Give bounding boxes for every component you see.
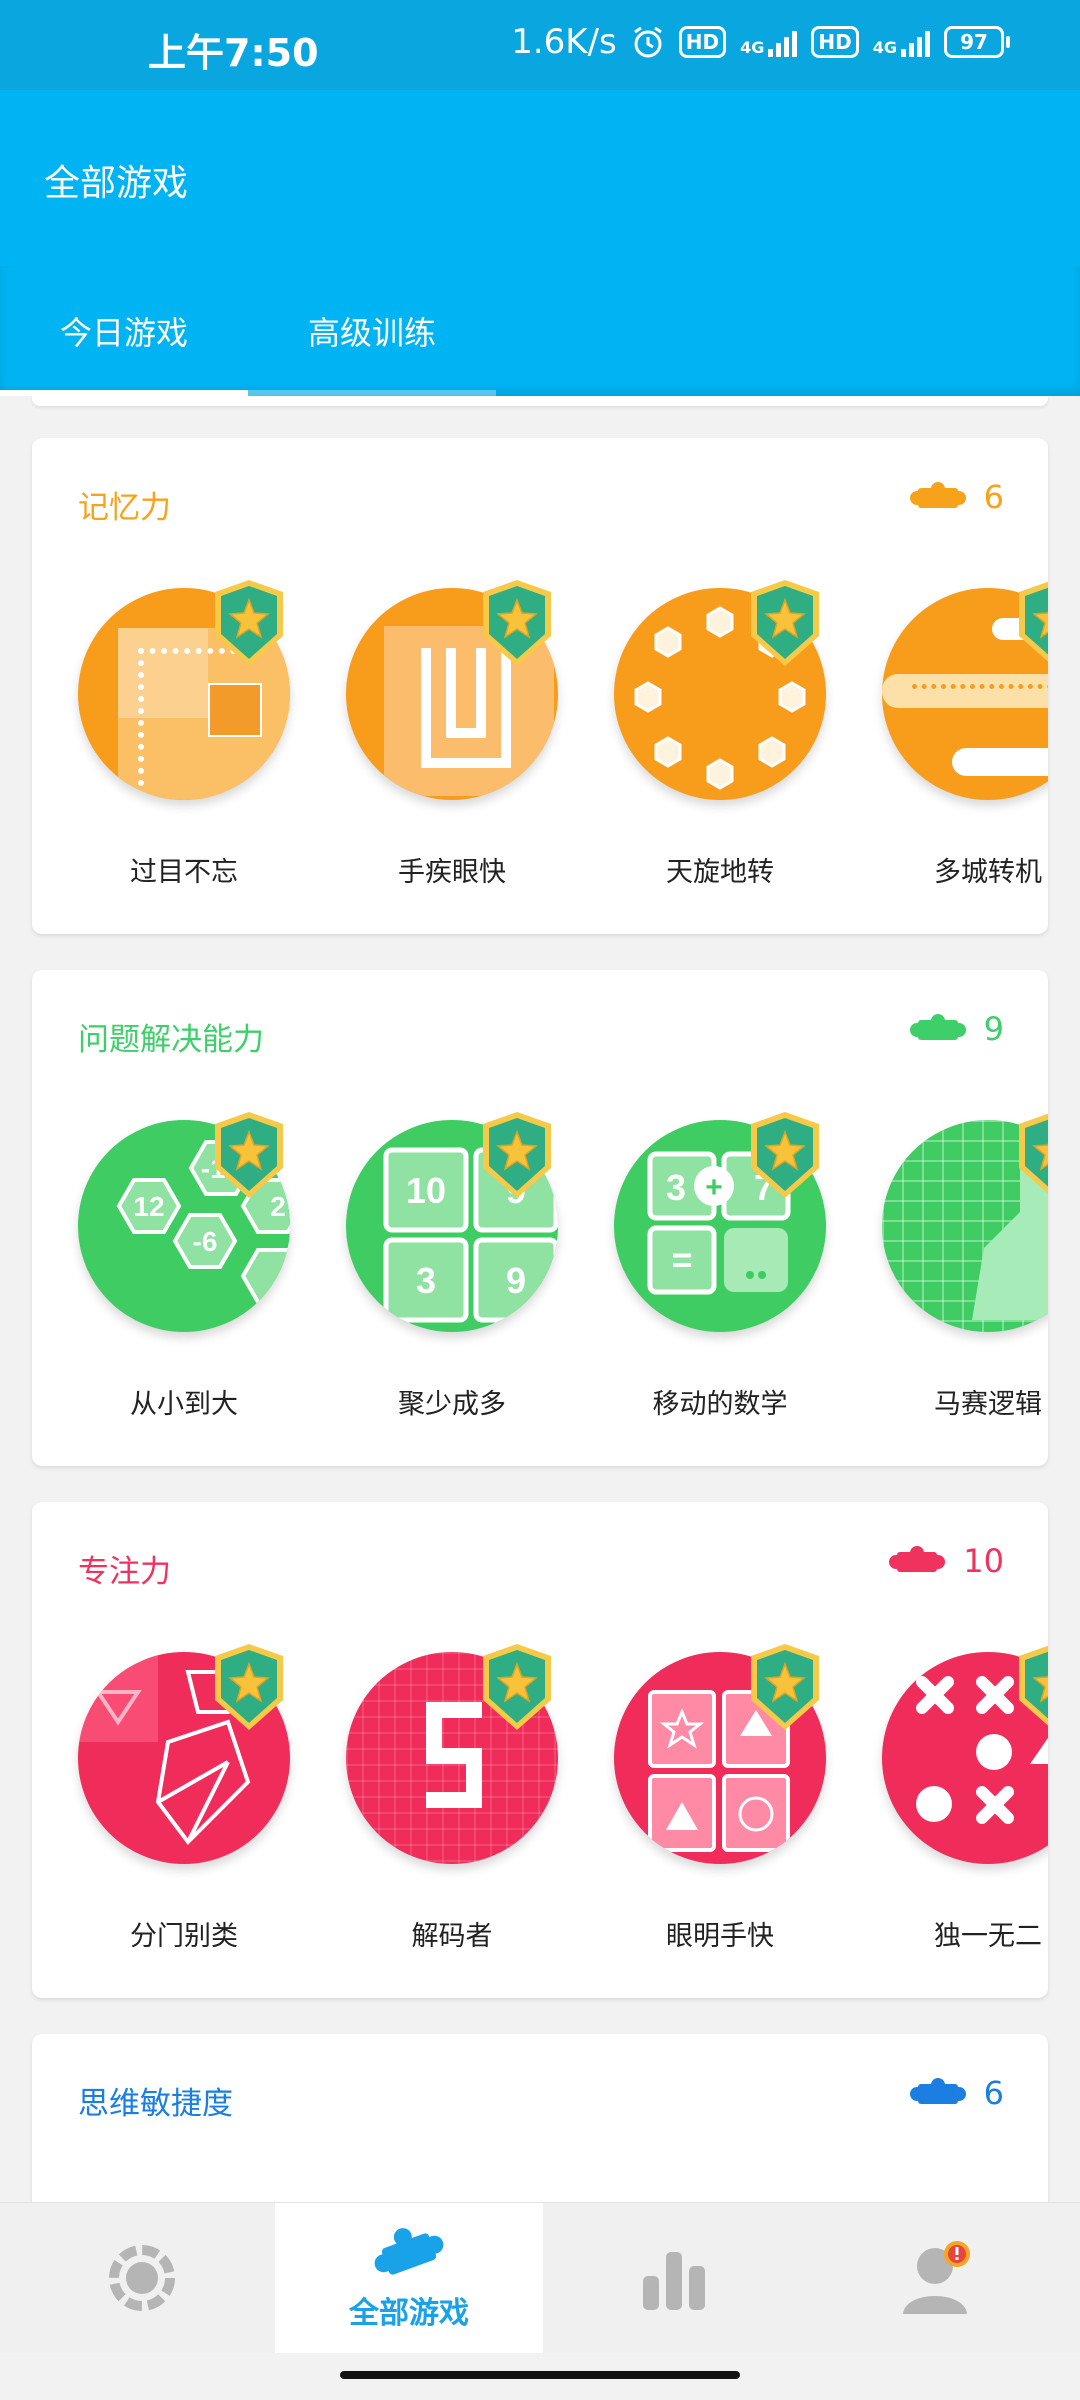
tab-bar: 今日游戏 高级训练 bbox=[0, 266, 1080, 396]
section-memory: 记忆力 6 过目不忘 手疾眼快 天旋地转 多城转机 bbox=[32, 438, 1048, 934]
svg-text:+: + bbox=[705, 1171, 723, 1204]
game-tile[interactable]: 眼明手快 bbox=[590, 1652, 850, 1953]
game-tile[interactable]: 马赛逻辑 bbox=[858, 1120, 1048, 1421]
previous-card-edge bbox=[32, 396, 1048, 406]
game-tile[interactable]: 多城转机 bbox=[858, 588, 1048, 889]
game-tile[interactable]: 分门别类 bbox=[54, 1652, 314, 1953]
home-indicator[interactable] bbox=[340, 2371, 740, 2379]
nav-stats[interactable] bbox=[540, 2203, 808, 2353]
person-alert-icon bbox=[903, 2241, 970, 2314]
puzzle-icon bbox=[909, 482, 966, 512]
game-label: 从小到大 bbox=[130, 1389, 238, 1420]
ring-icon bbox=[109, 2245, 175, 2311]
puzzle-icon bbox=[909, 1014, 966, 1044]
section-title: 记忆力 bbox=[78, 490, 171, 526]
star-badge-icon bbox=[1017, 1642, 1048, 1732]
section-count: 10 bbox=[889, 1542, 1004, 1580]
game-label: 多城转机 bbox=[934, 857, 1042, 888]
star-badge-icon bbox=[213, 1642, 285, 1732]
game-label: 天旋地转 bbox=[666, 857, 774, 888]
game-label: 眼明手快 bbox=[666, 1921, 774, 1952]
hd-icon-2: HD bbox=[811, 26, 859, 58]
puzzle-icon bbox=[909, 2078, 966, 2108]
bottom-nav: 全部游戏 bbox=[0, 2202, 1080, 2353]
svg-text:3: 3 bbox=[666, 1167, 686, 1208]
star-badge-icon bbox=[213, 578, 285, 668]
bar-chart-icon bbox=[643, 2252, 705, 2310]
game-tile[interactable]: 独一无二 bbox=[858, 1652, 1048, 1953]
star-badge-icon bbox=[749, 1110, 821, 1200]
game-label: 马赛逻辑 bbox=[934, 1389, 1042, 1420]
game-tile[interactable]: 3 7 = + 移动的数学 bbox=[590, 1120, 850, 1421]
puzzle-icon bbox=[889, 1546, 946, 1576]
status-icons: 1.6K/s HD 4G HD 4G 97 bbox=[511, 22, 1010, 62]
signal-icon-2: 4G bbox=[873, 27, 930, 57]
star-badge-icon bbox=[749, 578, 821, 668]
alarm-icon bbox=[633, 26, 662, 58]
tab-advanced-training[interactable]: 高级训练 bbox=[248, 266, 496, 396]
svg-text:9: 9 bbox=[506, 1260, 526, 1301]
svg-text:12: 12 bbox=[133, 1191, 164, 1222]
svg-text:=: = bbox=[671, 1239, 692, 1280]
game-tile[interactable]: 天旋地转 bbox=[590, 588, 850, 889]
svg-text:10: 10 bbox=[406, 1170, 446, 1211]
game-tile[interactable]: 12 -12 -6 2 从小到大 bbox=[54, 1120, 314, 1421]
star-badge-icon bbox=[1017, 1110, 1048, 1200]
game-label: 手疾眼快 bbox=[398, 857, 506, 888]
game-label: 过目不忘 bbox=[130, 857, 238, 888]
game-tile[interactable]: 解码者 bbox=[322, 1652, 582, 1953]
game-tile[interactable]: 10 3 9 9 聚少成多 bbox=[322, 1120, 582, 1421]
section-title: 专注力 bbox=[78, 1554, 171, 1590]
section-focus: 专注力 10 分门别类 解码者 眼明手快 独一无二 bbox=[32, 1502, 1048, 1998]
game-label: 移动的数学 bbox=[652, 1389, 788, 1420]
game-tile[interactable]: 过目不忘 bbox=[54, 588, 314, 889]
puzzle-icon bbox=[374, 2228, 444, 2275]
nav-home[interactable] bbox=[8, 2203, 276, 2353]
nav-all-games[interactable]: 全部游戏 bbox=[275, 2203, 543, 2353]
section-count: 6 bbox=[909, 2074, 1004, 2112]
network-speed: 1.6K/s bbox=[511, 22, 617, 62]
star-badge-icon bbox=[481, 578, 553, 668]
status-time: 上午7:50 bbox=[148, 31, 319, 75]
battery-icon: 97 bbox=[944, 26, 1010, 58]
app-bar: 全部游戏 bbox=[0, 90, 1080, 266]
section-problem-solving: 问题解决能力 9 12 -12 -6 2 bbox=[32, 970, 1048, 1466]
star-badge-icon bbox=[213, 1110, 285, 1200]
page-title: 全部游戏 bbox=[44, 163, 189, 204]
nav-profile[interactable] bbox=[805, 2203, 1073, 2353]
signal-icon: 4G bbox=[740, 27, 798, 57]
svg-text:3: 3 bbox=[416, 1260, 436, 1301]
section-count: 9 bbox=[909, 1010, 1004, 1048]
section-count: 6 bbox=[909, 478, 1004, 516]
hd-icon: HD bbox=[678, 26, 727, 58]
star-badge-icon bbox=[1017, 578, 1048, 668]
section-title: 问题解决能力 bbox=[78, 1022, 264, 1058]
status-bar: 上午7:50 1.6K/s HD 4G HD 4G 97 bbox=[0, 0, 1080, 90]
game-tile[interactable]: 手疾眼快 bbox=[322, 588, 582, 889]
game-label: 独一无二 bbox=[934, 1921, 1042, 1952]
star-badge-icon bbox=[481, 1110, 553, 1200]
tab-today-games[interactable]: 今日游戏 bbox=[0, 266, 248, 396]
star-badge-icon bbox=[481, 1642, 553, 1732]
game-label: 解码者 bbox=[411, 1921, 493, 1952]
section-title: 思维敏捷度 bbox=[78, 2086, 233, 2122]
star-badge-icon bbox=[749, 1642, 821, 1732]
game-label: 聚少成多 bbox=[398, 1389, 506, 1420]
svg-text:-6: -6 bbox=[193, 1226, 218, 1257]
game-label: 分门别类 bbox=[130, 1921, 238, 1952]
